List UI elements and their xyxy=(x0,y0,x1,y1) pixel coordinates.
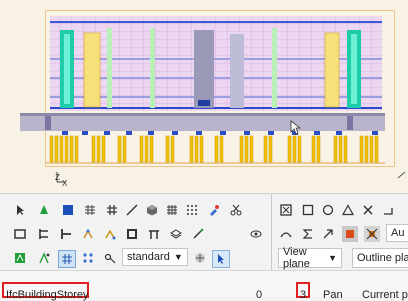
auto-dropdown-value: Au xyxy=(391,227,405,239)
frame-icon[interactable] xyxy=(12,226,28,242)
mode-label: Pan xyxy=(323,289,343,301)
current-label: Current ph xyxy=(362,289,408,301)
text-measure-icon[interactable] xyxy=(36,250,52,266)
view-plane-label: View plane xyxy=(283,246,310,270)
pen-line-icon[interactable] xyxy=(190,226,206,242)
axis-x-label: X xyxy=(62,179,68,188)
link-node-alt-icon[interactable] xyxy=(102,226,118,242)
outline-plane-dropdown[interactable]: Outline pla xyxy=(352,248,408,268)
arc-icon[interactable] xyxy=(278,226,294,242)
building-model-view xyxy=(20,10,406,183)
cross-node-icon[interactable] xyxy=(364,226,380,242)
view-cube-icon xyxy=(397,171,406,179)
film-icon[interactable] xyxy=(124,226,140,242)
outline-plane-label: Outline pla xyxy=(357,252,408,264)
network-icon[interactable] xyxy=(80,250,96,266)
stop-red-icon[interactable] xyxy=(342,226,358,242)
corner-icon[interactable] xyxy=(380,202,396,218)
key-icon[interactable] xyxy=(102,250,118,266)
rectangle-icon[interactable] xyxy=(300,202,316,218)
tool-palette-right: Au View plane ▼ Outline pla xyxy=(271,193,408,271)
layer-icon[interactable] xyxy=(168,226,184,242)
checker-icon[interactable] xyxy=(164,202,180,218)
link-node-icon[interactable] xyxy=(80,226,96,242)
chevron-down-icon: ▼ xyxy=(328,253,337,263)
coordinate-label: 0 xyxy=(256,289,263,301)
box-icon[interactable] xyxy=(60,202,76,218)
display-mode-value: standard xyxy=(127,251,170,263)
sigma-icon[interactable] xyxy=(300,226,316,242)
auto-dropdown[interactable]: Au xyxy=(386,224,408,242)
cross-icon[interactable] xyxy=(360,202,376,218)
cube-icon[interactable] xyxy=(144,202,160,218)
circle-icon[interactable] xyxy=(320,202,336,218)
measure-line-icon[interactable] xyxy=(124,202,140,218)
display-mode-dropdown[interactable]: standard ▼ xyxy=(122,248,188,266)
view-plane-dropdown[interactable]: View plane ▼ xyxy=(278,246,342,270)
box-select-icon[interactable] xyxy=(278,202,294,218)
texture-icon[interactable] xyxy=(192,250,208,266)
dotted-grid-icon[interactable] xyxy=(184,202,200,218)
mesh-grid-icon[interactable] xyxy=(104,202,120,218)
selected-type-label: IfcBuildingStorey xyxy=(6,289,89,301)
scissors-icon[interactable] xyxy=(228,202,244,218)
axis-z-label: Z xyxy=(55,173,60,182)
color-block-icon[interactable] xyxy=(12,250,28,266)
section-icon[interactable] xyxy=(36,226,52,242)
axis-tick-icon[interactable] xyxy=(58,226,74,242)
pointer-select-icon[interactable] xyxy=(212,250,230,268)
chevron-down-icon: ▼ xyxy=(173,252,183,262)
highlight-grid-icon[interactable] xyxy=(58,250,76,268)
arrow-diagonal-icon[interactable] xyxy=(320,226,336,242)
eye-icon[interactable] xyxy=(248,226,264,242)
grid-icon[interactable] xyxy=(82,202,98,218)
bridge-icon[interactable] xyxy=(146,226,162,242)
status-badge: 3 xyxy=(300,289,307,301)
select-arrow-icon[interactable] xyxy=(12,202,28,218)
triangle-icon[interactable] xyxy=(340,202,356,218)
tool-palette-left: standard ▼ xyxy=(0,193,270,271)
3d-viewport[interactable]: Z X xyxy=(0,0,408,193)
select-filled-arrow-icon[interactable] xyxy=(36,202,52,218)
paint-icon[interactable] xyxy=(206,202,222,218)
